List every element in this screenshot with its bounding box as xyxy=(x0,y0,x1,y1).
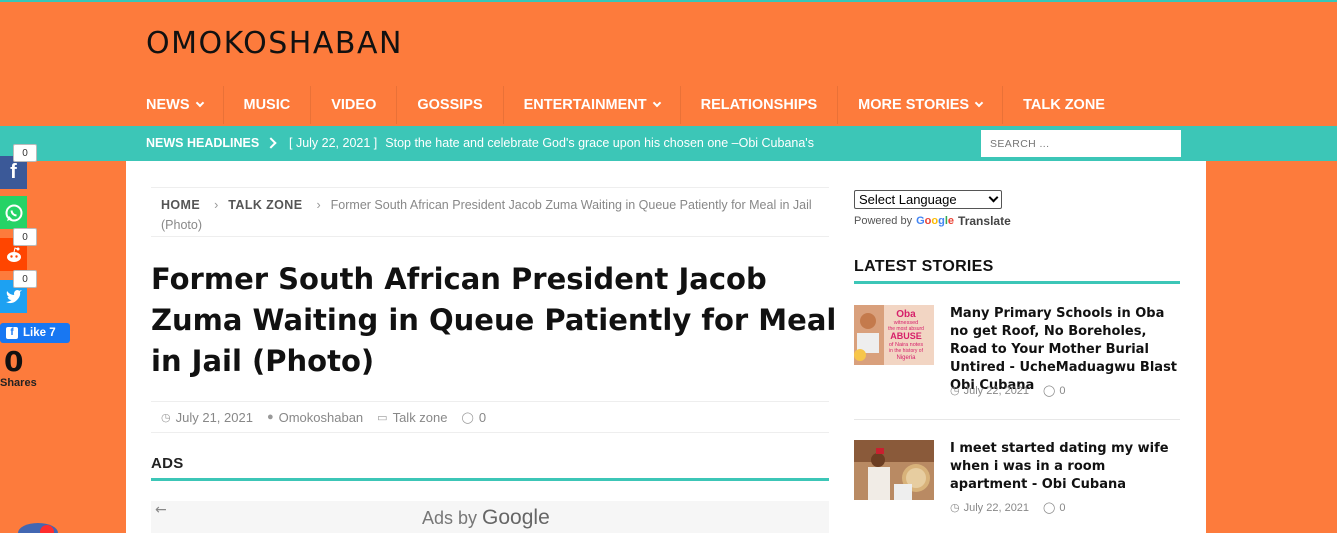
story-divider xyxy=(854,419,1180,420)
nav-item-video[interactable]: VIDEO xyxy=(311,86,398,124)
chevron-down-icon xyxy=(652,98,661,108)
whatsapp-share-button[interactable] xyxy=(0,196,27,229)
clock-icon: ◷ xyxy=(950,385,960,397)
story-thumbnail[interactable]: Oba witnessed the most absurd ABUSE of N… xyxy=(854,305,934,365)
top-accent-line xyxy=(0,0,1337,2)
comment-icon: ◯ xyxy=(1043,385,1056,397)
notification-dot xyxy=(40,525,54,533)
ticker-headline-text: Stop the hate and celebrate God's grace … xyxy=(385,136,814,150)
article-author-text: Omokoshaban xyxy=(278,409,364,425)
nav-label: GOSSIPS xyxy=(417,97,483,113)
thumb-text: ABUSE xyxy=(890,331,922,341)
ticker-label-text: NEWS HEADLINES xyxy=(146,136,260,150)
article-category[interactable]: ▭ Talk zone xyxy=(377,410,447,425)
powered-by-text: Powered by xyxy=(854,215,913,227)
share-count: 0 xyxy=(13,270,37,288)
chevron-down-icon xyxy=(195,98,204,108)
twitter-icon xyxy=(5,289,22,303)
story-date: July 22, 2021 xyxy=(963,501,1030,514)
language-select-value: Select Language xyxy=(859,192,957,207)
share-count: 0 xyxy=(13,144,37,162)
user-icon: ● xyxy=(266,411,274,423)
google-logo: Google xyxy=(916,215,955,227)
comment-icon: ◯ xyxy=(461,411,474,424)
story-title[interactable]: I meet started dating my wife when i was… xyxy=(950,440,1186,494)
folder-icon: ▭ xyxy=(377,411,388,424)
clock-icon: ◷ xyxy=(161,411,171,424)
nav-item-more-stories[interactable]: MORE STORIES xyxy=(838,86,1004,124)
chevron-down-icon xyxy=(974,98,984,108)
story-thumbnail[interactable] xyxy=(854,440,934,500)
story-title[interactable]: Many Primary Schools in Oba no get Roof,… xyxy=(950,305,1186,395)
ads-heading: ADS xyxy=(151,455,184,472)
nav-label: TALK ZONE xyxy=(1023,97,1105,113)
story-meta: ◷ July 22, 2021 ◯ 0 xyxy=(950,384,1065,398)
nav-item-gossips[interactable]: GOSSIPS xyxy=(397,86,504,124)
translate-link[interactable]: Translate xyxy=(958,214,1011,228)
story-meta: ◷ July 22, 2021 ◯ 0 xyxy=(950,501,1065,515)
chevron-right-icon: › xyxy=(214,198,219,212)
nav-label: MUSIC xyxy=(243,97,291,113)
shares-count: 0 xyxy=(4,345,24,378)
facebook-like-button[interactable]: f Like 7 xyxy=(0,323,70,343)
ad-box[interactable]: ← Ads by Google xyxy=(151,501,829,533)
ticker-label: NEWS HEADLINES xyxy=(146,136,277,150)
powered-by-google-translate: Powered by Google Translate xyxy=(854,214,1011,228)
chevron-right-icon xyxy=(265,137,277,149)
share-count: 0 xyxy=(13,228,37,246)
comment-icon: ◯ xyxy=(1043,502,1056,514)
latest-stories-underline xyxy=(854,281,1180,284)
like-label: Like 7 xyxy=(23,327,56,339)
article-title: Former South African President Jacob Zum… xyxy=(151,262,837,378)
clock-icon: ◷ xyxy=(950,502,960,514)
thumb-text: in the history of xyxy=(889,348,924,354)
ticker-date: [ July 22, 2021 ] xyxy=(289,136,378,150)
latest-stories-heading: LATEST STORIES xyxy=(854,258,994,275)
back-arrow-icon[interactable]: ← xyxy=(155,502,167,518)
shares-label: Shares xyxy=(0,377,37,389)
article-comments[interactable]: ◯ 0 xyxy=(462,410,487,425)
chevron-down-icon xyxy=(988,192,999,203)
story-comments-count[interactable]: 0 xyxy=(1059,385,1065,397)
article-date: ◷ July 21, 2021 xyxy=(161,410,253,425)
reddit-icon xyxy=(6,246,21,262)
nav-label: RELATIONSHIPS xyxy=(700,97,818,113)
article-comments-count: 0 xyxy=(478,409,487,425)
nav-label: MORE STORIES xyxy=(858,97,970,113)
nav-item-relationships[interactable]: RELATIONSHIPS xyxy=(681,86,839,124)
nav-item-music[interactable]: MUSIC xyxy=(224,86,312,124)
story-date: July 22, 2021 xyxy=(963,384,1030,397)
article-author[interactable]: ● Omokoshaban xyxy=(267,410,363,425)
ads-heading-underline xyxy=(151,478,829,481)
article-meta: ◷ July 21, 2021 ● Omokoshaban ▭ Talk zone ◯… xyxy=(151,401,829,433)
story-comments-count[interactable]: 0 xyxy=(1059,502,1065,514)
article-category-text: Talk zone xyxy=(392,409,448,425)
article-date-text: July 21, 2021 xyxy=(175,409,253,425)
nav-label: NEWS xyxy=(146,97,190,113)
google-wordmark: Google xyxy=(482,506,550,529)
chevron-right-icon: › xyxy=(316,198,321,212)
nav-label: VIDEO xyxy=(331,97,377,113)
nav-label: ENTERTAINMENT xyxy=(523,97,647,113)
ticker-headline[interactable]: [ July 22, 2021 ] Stop the hate and celeb… xyxy=(289,136,814,150)
search-input[interactable] xyxy=(981,130,1181,157)
thumb-text: Oba xyxy=(896,309,916,320)
ads-by-google: Ads by Google xyxy=(422,506,550,530)
main-nav: NEWS MUSIC VIDEO GOSSIPS ENTERTAINMENT R… xyxy=(126,86,1125,124)
breadcrumb: HOME › TALK ZONE › Former South African Pres… xyxy=(151,187,829,237)
thumb-text: Nigeria xyxy=(896,355,916,361)
nav-item-entertainment[interactable]: ENTERTAINMENT xyxy=(504,86,681,124)
site-logo[interactable]: OMOKOSHABAN xyxy=(146,26,403,61)
facebook-icon: f xyxy=(10,161,17,183)
ads-by-text: Ads by xyxy=(422,508,478,528)
nav-item-news[interactable]: NEWS xyxy=(126,86,224,124)
breadcrumb-home[interactable]: HOME xyxy=(161,198,200,212)
language-select[interactable]: Select Language xyxy=(854,190,1002,209)
breadcrumb-section[interactable]: TALK ZONE xyxy=(228,198,302,212)
whatsapp-icon xyxy=(5,204,22,221)
nav-item-talk-zone[interactable]: TALK ZONE xyxy=(1003,86,1125,124)
facebook-icon: f xyxy=(6,327,18,339)
